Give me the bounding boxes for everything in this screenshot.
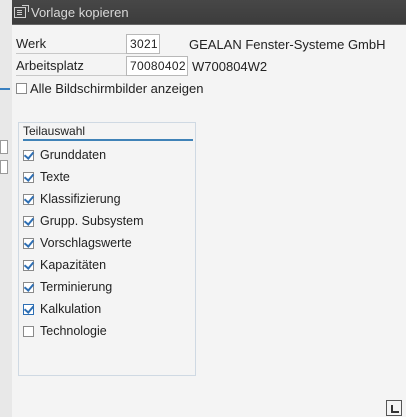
option-label: Texte <box>40 170 70 184</box>
basic-data-checkbox[interactable] <box>23 149 34 161</box>
capacities-checkbox[interactable] <box>23 259 34 271</box>
work-center-row: Arbeitsplatz 70080402 W700804W2 <box>16 56 267 76</box>
option-group-subsystem[interactable]: Grupp. Subsystem <box>23 214 144 228</box>
technology-checkbox[interactable] <box>23 325 34 337</box>
option-label: Grunddaten <box>40 148 107 162</box>
background-accent-line <box>0 88 10 90</box>
show-all-screens-label: Alle Bildschirmbilder anzeigen <box>30 80 204 96</box>
classification-checkbox[interactable] <box>23 193 34 205</box>
option-capacities[interactable]: Kapazitäten <box>23 258 106 272</box>
costing-checkbox[interactable] <box>23 303 34 315</box>
scheduling-checkbox[interactable] <box>23 281 34 293</box>
resize-grip-icon[interactable] <box>386 400 402 416</box>
option-classification[interactable]: Klassifizierung <box>23 192 121 206</box>
option-technology[interactable]: Technologie <box>23 324 107 338</box>
option-label: Kalkulation <box>40 302 102 316</box>
plant-description: GEALAN Fenster-Systeme GmbH <box>189 36 386 52</box>
background-field-edge <box>0 140 8 154</box>
option-label: Vorschlagswerte <box>40 236 132 250</box>
default-values-checkbox[interactable] <box>23 237 34 249</box>
option-label: Grupp. Subsystem <box>40 214 144 228</box>
option-texts[interactable]: Texte <box>23 170 70 184</box>
group-subsystem-checkbox[interactable] <box>23 215 34 227</box>
plant-field[interactable]: 3021 <box>126 34 160 54</box>
option-basic-data[interactable]: Grunddaten <box>23 148 106 162</box>
texts-checkbox[interactable] <box>23 171 34 183</box>
background-field-edge <box>0 160 8 174</box>
work-center-field[interactable]: 70080402 <box>126 56 188 76</box>
copy-template-dialog: Vorlage kopieren Werk 3021 GEALAN Fenste… <box>12 0 406 417</box>
option-label: Technologie <box>40 324 107 338</box>
option-default-values[interactable]: Vorschlagswerte <box>23 236 132 250</box>
work-center-label: Arbeitsplatz <box>16 56 126 76</box>
plant-label: Werk <box>16 34 126 54</box>
option-costing[interactable]: Kalkulation <box>23 302 101 316</box>
background-window-strip <box>0 0 12 417</box>
partial-selection-group: Teilauswahl Grunddaten Texte Klassifizie… <box>18 122 196 376</box>
option-label: Klassifizierung <box>40 192 121 206</box>
show-all-screens-row[interactable]: Alle Bildschirmbilder anzeigen <box>16 78 203 98</box>
partial-selection-title: Teilauswahl <box>23 123 193 141</box>
plant-row: Werk 3021 GEALAN Fenster-Systeme GmbH <box>16 34 386 54</box>
work-center-description: W700804W2 <box>192 58 268 74</box>
show-all-screens-checkbox[interactable] <box>16 82 27 94</box>
option-label: Kapazitäten <box>40 258 107 272</box>
option-scheduling[interactable]: Terminierung <box>23 280 112 294</box>
copy-template-icon <box>14 4 29 18</box>
option-label: Terminierung <box>40 280 113 294</box>
window-title: Vorlage kopieren <box>31 4 129 20</box>
title-bar[interactable]: Vorlage kopieren <box>12 0 406 25</box>
